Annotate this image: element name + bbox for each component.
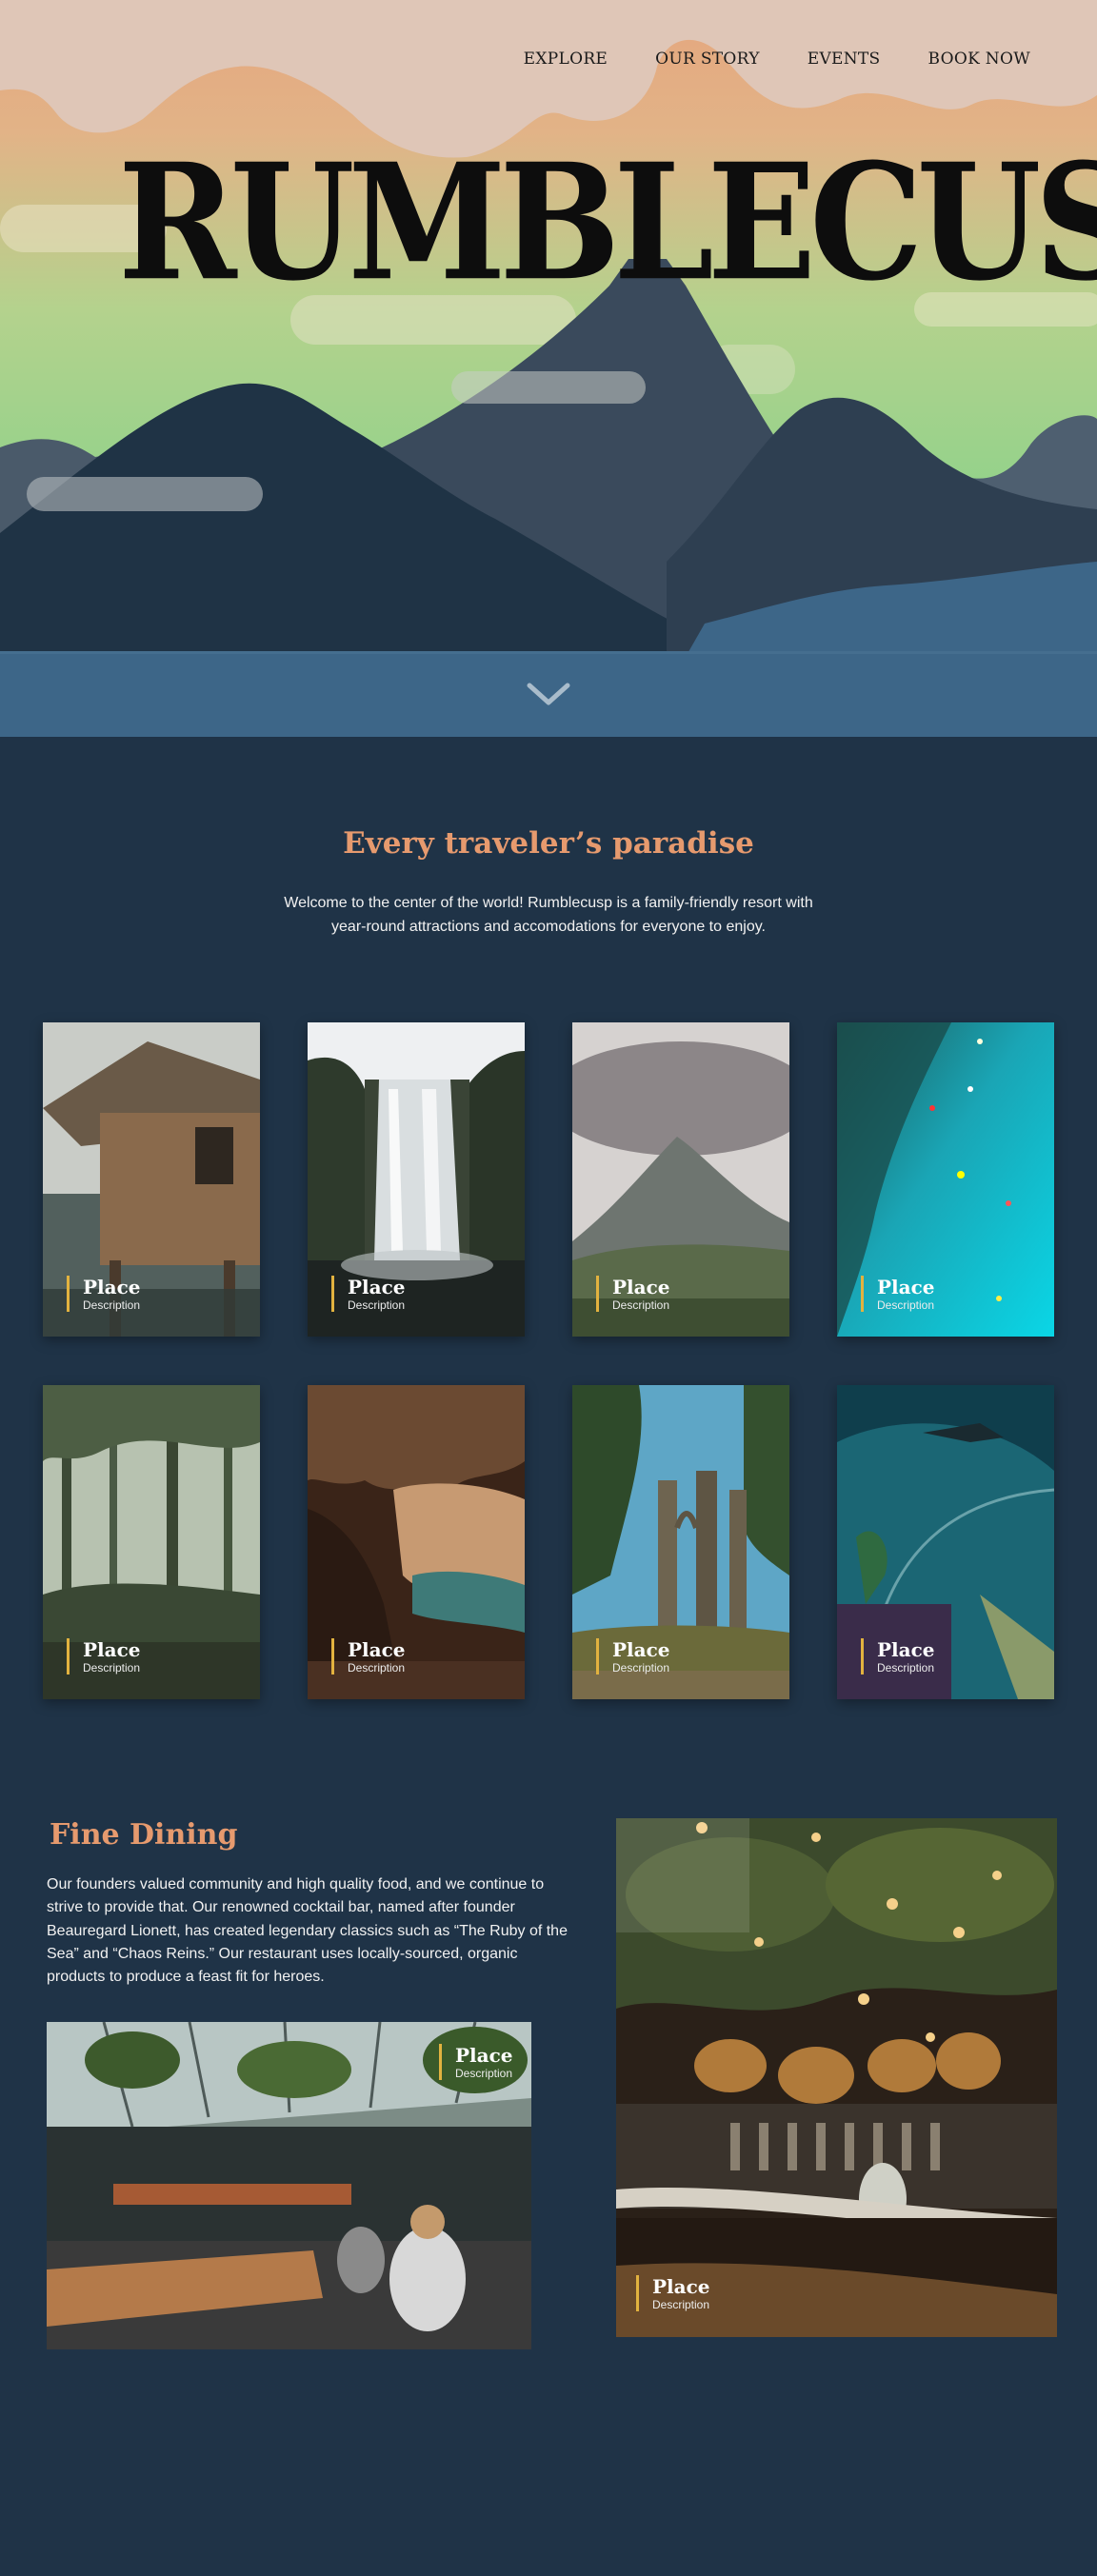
place-card[interactable]: Place Description: [43, 1385, 260, 1699]
card-caption: Place Description: [861, 1276, 935, 1312]
dining-place: Place: [455, 2044, 513, 2067]
dining-text: Our founders valued community and high q…: [47, 1876, 568, 1986]
dining-place: Place: [652, 2275, 710, 2298]
dining-description: Description: [652, 2298, 710, 2311]
place-card[interactable]: Place Description: [572, 1385, 789, 1699]
card-description: Description: [83, 1661, 141, 1674]
card-description: Description: [612, 1661, 670, 1674]
card-place: Place: [877, 1638, 935, 1661]
cocktail-bar-card[interactable]: Place Description: [616, 1818, 1057, 2337]
card-caption: Place Description: [331, 1276, 406, 1312]
place-card[interactable]: Place Description: [308, 1385, 525, 1699]
card-caption: Place Description: [596, 1276, 670, 1312]
main-nav: EXPLORE OUR STORY EVENTS BOOK NOW: [524, 50, 1030, 69]
place-card[interactable]: Place Description: [43, 1022, 260, 1337]
place-card[interactable]: Place Description: [837, 1385, 1054, 1699]
card-description: Description: [348, 1661, 406, 1674]
card-place: Place: [877, 1276, 935, 1298]
paradise-intro: Welcome to the center of the world! Rumb…: [284, 895, 813, 935]
card-caption: Place Description: [67, 1276, 141, 1312]
dining-description: Description: [455, 2067, 513, 2080]
card-caption: Place Description: [596, 1638, 670, 1674]
card-caption: Place Description: [861, 1638, 935, 1674]
greenhouse-restaurant-card[interactable]: Place Description: [47, 2022, 531, 2349]
nav-our-story[interactable]: OUR STORY: [655, 50, 760, 69]
nav-book-now[interactable]: BOOK NOW: [928, 50, 1030, 69]
card-caption: Place Description: [67, 1638, 141, 1674]
card-description: Description: [877, 1661, 935, 1674]
card-place: Place: [348, 1276, 406, 1298]
place-card[interactable]: Place Description: [837, 1022, 1054, 1337]
card-place: Place: [83, 1638, 141, 1661]
card-place: Place: [612, 1276, 670, 1298]
card-caption: Place Description: [331, 1638, 406, 1674]
chevron-down-icon[interactable]: [524, 678, 573, 710]
place-card[interactable]: Place Description: [308, 1022, 525, 1337]
dining-heading: Fine Dining: [50, 1818, 238, 1852]
card-place: Place: [612, 1638, 670, 1661]
hero-illustration: [0, 0, 1097, 737]
card-place: Place: [83, 1276, 141, 1298]
card-description: Description: [877, 1298, 935, 1312]
card-description: Description: [83, 1298, 141, 1312]
place-card[interactable]: Place Description: [572, 1022, 789, 1337]
dining-caption: Place Description: [636, 2275, 710, 2311]
hero: EXPLORE OUR STORY EVENTS BOOK NOW RUMBLE…: [0, 0, 1097, 737]
card-description: Description: [348, 1298, 406, 1312]
nav-events[interactable]: EVENTS: [808, 50, 881, 69]
card-description: Description: [612, 1298, 670, 1312]
site-title: RUMBLECUSP: [118, 129, 1097, 317]
nav-explore[interactable]: EXPLORE: [524, 50, 608, 69]
card-place: Place: [348, 1638, 406, 1661]
paradise-heading: Every traveler’s paradise: [343, 826, 754, 861]
dining-caption: Place Description: [439, 2044, 513, 2080]
cocktail-bar-photo: [616, 1818, 1057, 2337]
